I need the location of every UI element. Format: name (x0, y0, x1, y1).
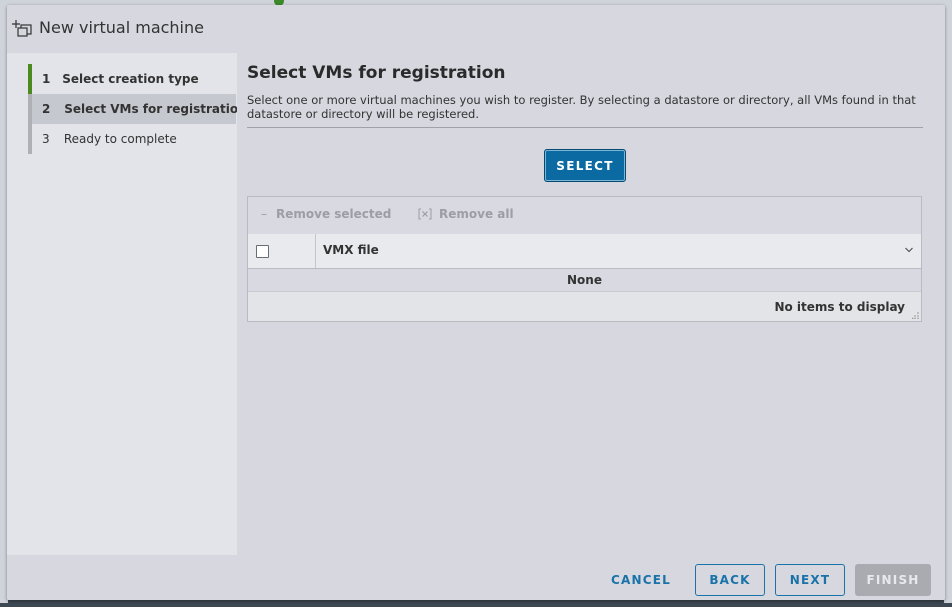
new-vm-dialog: New virtual machine 1 Select creation ty… (7, 5, 945, 600)
divider (247, 127, 923, 128)
column-header-vmx-file[interactable]: VMX file (323, 243, 379, 257)
wizard-steps: 1 Select creation type 2 Select VMs for … (7, 53, 247, 555)
step-select-creation-type[interactable]: 1 Select creation type (28, 64, 236, 94)
step-number: 1 (42, 72, 51, 86)
grid-footer-text: No items to display (774, 300, 905, 314)
main-panel: Select VMs for registration Select one o… (237, 53, 945, 555)
remove-selected-label: Remove selected (276, 207, 392, 221)
background-app-strip-right (944, 8, 952, 603)
minus-icon: – (261, 207, 267, 221)
grid-placeholder: None (248, 269, 921, 292)
next-button[interactable]: NEXT (775, 564, 845, 596)
dialog-title-bar: New virtual machine (7, 5, 945, 53)
step-number: 2 (42, 102, 51, 116)
page-description: Select one or more virtual machines you … (247, 93, 916, 121)
step-number: 3 (42, 132, 50, 146)
remove-selected-button[interactable]: – Remove selected (261, 206, 391, 222)
remove-all-button[interactable]: Remove all (418, 206, 514, 222)
grid-header-row: VMX file (248, 234, 921, 269)
step-ready-to-complete[interactable]: 3 Ready to complete (28, 124, 236, 154)
select-button[interactable]: SELECT (544, 149, 626, 182)
back-button[interactable]: BACK (695, 564, 765, 596)
step-label: Ready to complete (63, 132, 177, 146)
remove-all-label: Remove all (439, 207, 514, 221)
grid-toolbar: – Remove selected Remove all (248, 197, 921, 231)
step-label: Select VMs for registration (64, 102, 247, 116)
select-all-checkbox[interactable] (256, 245, 269, 258)
column-separator (315, 234, 316, 268)
dialog-title: New virtual machine (39, 18, 204, 37)
page-title: Select VMs for registration (247, 63, 506, 83)
grid-footer: No items to display (248, 292, 921, 321)
cancel-button[interactable]: CANCEL (605, 564, 677, 596)
vm-grid: – Remove selected Remove all VMX file Non… (247, 196, 922, 322)
remove-all-icon (418, 208, 432, 220)
step-label: Select creation type (62, 72, 199, 86)
new-vm-icon (12, 20, 32, 37)
step-select-vms-for-registration[interactable]: 2 Select VMs for registration (28, 94, 247, 124)
chevron-down-icon[interactable] (904, 243, 914, 257)
resize-handle-icon[interactable] (912, 312, 919, 319)
dialog-footer: CANCEL BACK NEXT FINISH (7, 555, 945, 600)
finish-button[interactable]: FINISH (855, 564, 931, 596)
